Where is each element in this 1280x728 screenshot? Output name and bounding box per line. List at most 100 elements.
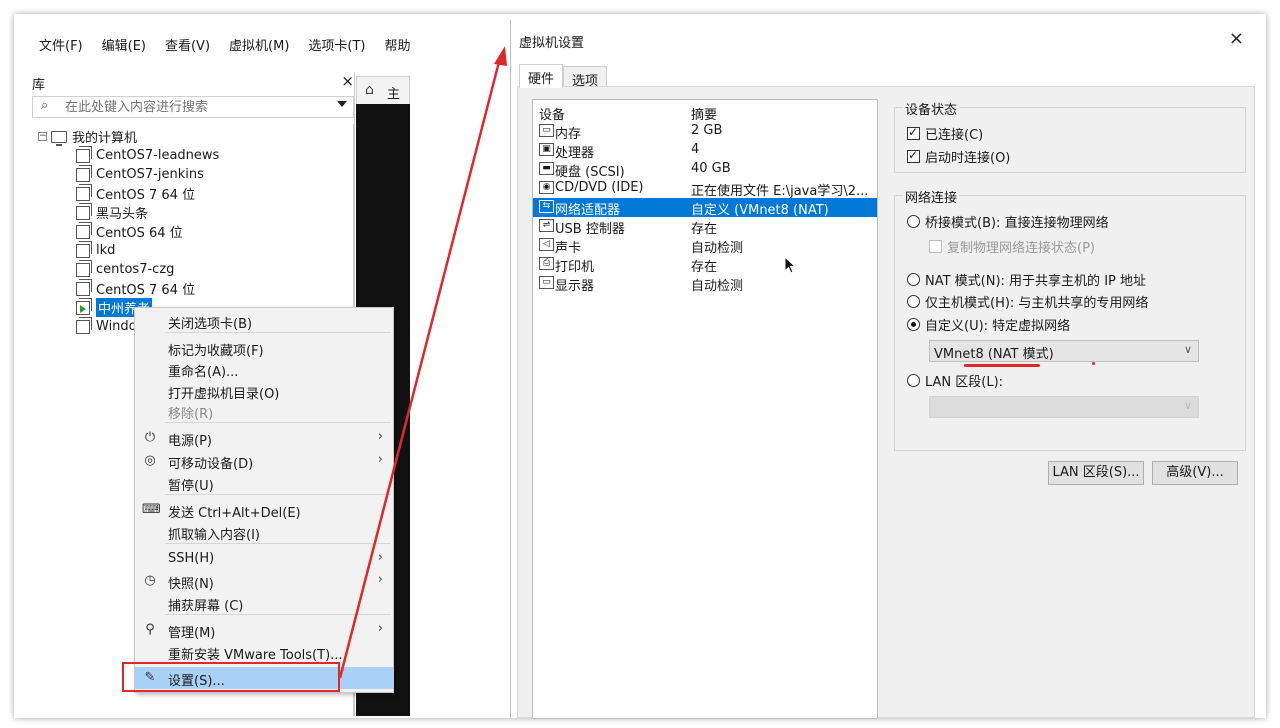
search-icon: ⌕ <box>41 98 49 113</box>
menu-help[interactable]: 帮助(H) <box>385 34 411 60</box>
chevron-right-icon: › <box>377 621 383 636</box>
dialog-close-icon[interactable]: × <box>1229 28 1244 49</box>
device-name: 处理器 <box>555 146 595 161</box>
context-menu-item[interactable]: 打开虚拟机目录(O) <box>135 380 393 402</box>
lan-segment-select[interactable]: ∨ <box>929 396 1199 418</box>
context-menu-item[interactable]: 标记为收藏项(F) <box>135 337 393 359</box>
device-name: CD/DVD (IDE) <box>555 180 644 195</box>
menu-edit[interactable]: 编辑(E) <box>102 34 146 60</box>
checkbox-checked-icon <box>907 148 920 163</box>
device-row[interactable]: ▬ 硬盘 (SCSI) 40 GB <box>533 160 877 180</box>
device-name: USB 控制器 <box>555 222 625 237</box>
tree-vm-item[interactable]: centos7-czg <box>76 259 174 279</box>
host-only-radio[interactable]: 仅主机模式(H): 与主机共享的专用网络 <box>907 292 1148 311</box>
lan-segment-label: LAN 区段(L): <box>925 375 1004 390</box>
library-search-input[interactable] <box>65 98 325 116</box>
context-menu-item[interactable]: 暂停(U) <box>135 472 393 494</box>
chevron-right-icon: › <box>377 452 383 467</box>
chevron-right-icon: › <box>377 572 383 587</box>
library-close-icon[interactable]: × <box>341 72 354 90</box>
device-column-header[interactable]: 设备 <box>539 104 565 123</box>
custom-radio[interactable]: 自定义(U): 特定虚拟网络 <box>907 315 1070 334</box>
tree-vm-item[interactable]: lkd <box>76 240 115 260</box>
monitor-icon: ▭ <box>539 276 554 289</box>
context-menu-item[interactable]: ⏻ 电源(P) › <box>135 427 393 449</box>
tree-vm-item[interactable]: CentOS 7 64 位 <box>76 183 195 203</box>
context-menu-item[interactable]: 抓取输入内容(I) <box>135 521 393 543</box>
search-dropdown-icon[interactable] <box>337 101 347 107</box>
context-menu: 关闭选项卡(B) 标记为收藏项(F) 重命名(A)... 打开虚拟机目录(O) 移除(R… <box>134 307 394 693</box>
lan-segment-radio[interactable]: LAN 区段(L): <box>907 371 1003 390</box>
device-status-title: 设备状态 <box>903 99 960 118</box>
tree-vm-label: 黑马头条 <box>96 207 149 222</box>
device-row[interactable]: ◁ 声卡 自动检测 <box>533 236 877 256</box>
tree-root-my-computer[interactable]: − 我的计算机 <box>38 127 137 146</box>
menu-view[interactable]: 查看(V) <box>165 34 210 60</box>
vm-icon <box>76 145 92 163</box>
collapse-icon[interactable]: − <box>38 132 47 141</box>
checkbox-disabled-icon <box>929 240 942 253</box>
device-row[interactable]: ▭ 内存 2 GB <box>533 122 877 142</box>
menu-file[interactable]: 文件(F) <box>39 34 83 60</box>
nat-radio[interactable]: NAT 模式(N): 用于共享主机的 IP 地址 <box>907 270 1146 289</box>
vm-icon <box>76 316 92 334</box>
summary-column-header[interactable]: 摘要 <box>691 104 717 123</box>
tree-vm-item[interactable]: CentOS7-leadnews <box>76 145 219 165</box>
connected-checkbox[interactable]: 已连接(C) <box>907 124 983 143</box>
power-icon: ⏻ <box>144 430 156 445</box>
context-menu-label: 标记为收藏项(F) <box>168 344 264 359</box>
vm-icon <box>76 221 92 239</box>
library-search[interactable]: ⌕ <box>32 96 354 118</box>
device-row[interactable]: ◉ CD/DVD (IDE) 正在使用文件 E:\java学习\2... <box>533 179 877 199</box>
library-header: 库 × <box>32 72 354 96</box>
custom-network-select[interactable]: VMnet8 (NAT 模式) ∨ <box>929 340 1199 362</box>
tab-home[interactable]: ⌂ 主 <box>356 76 410 104</box>
menu-separator <box>165 332 391 333</box>
context-menu-item[interactable]: 关闭选项卡(B) <box>135 310 393 332</box>
context-menu-item[interactable]: 重命名(A)... <box>135 358 393 380</box>
network-icon: ⇆ <box>539 200 554 213</box>
menu-separator <box>165 494 391 495</box>
tree-vm-label: CentOS7-jenkins <box>96 167 204 182</box>
tab-hardware[interactable]: 硬件 <box>519 64 564 88</box>
connect-on-power-checkbox[interactable]: 启动时连接(O) <box>907 147 1010 166</box>
context-menu-item[interactable]: ⌨ 发送 Ctrl+Alt+Del(E) <box>135 499 393 521</box>
tree-vm-item[interactable]: Windo <box>76 316 137 336</box>
context-menu-item[interactable]: 重新安装 VMware Tools(T)... <box>135 641 393 663</box>
context-menu-item[interactable]: ⚲ 管理(M) › <box>135 619 393 641</box>
dialog-title: 虚拟机设置 <box>519 36 585 51</box>
context-menu-item[interactable]: SSH(H) › <box>135 548 393 570</box>
device-row[interactable]: ▭ 显示器 自动检测 <box>533 274 877 294</box>
replicate-state-checkbox[interactable]: 复制物理网络连接状态(P) <box>929 237 1095 256</box>
menu-vm[interactable]: 虚拟机(M) <box>229 34 289 60</box>
context-menu-item[interactable]: ◎ 可移动设备(D) › <box>135 450 393 472</box>
device-row[interactable]: ⎙ 打印机 存在 <box>533 255 877 275</box>
device-row[interactable]: ▣ 处理器 4 <box>533 141 877 161</box>
annotation-red-box <box>122 662 340 692</box>
chevron-down-icon: ∨ <box>1183 399 1192 412</box>
tab-options[interactable]: 选项 <box>563 66 608 89</box>
play-icon <box>80 304 86 313</box>
speaker-icon: ◁ <box>539 238 554 251</box>
chevron-right-icon: › <box>377 429 383 444</box>
tree-vm-item[interactable]: CentOS7-jenkins <box>76 164 204 184</box>
tree-vm-item[interactable]: CentOS 7 64 位 <box>76 278 195 298</box>
device-summary: 2 GB <box>691 123 723 138</box>
context-menu-item[interactable]: ◷ 快照(N) › <box>135 570 393 592</box>
menu-tabs[interactable]: 选项卡(T) <box>308 34 365 60</box>
memory-icon: ▭ <box>539 124 554 137</box>
cd-icon: ◉ <box>539 181 554 194</box>
lan-segments-button[interactable]: LAN 区段(S)... <box>1048 461 1144 485</box>
vm-running-icon <box>76 297 92 315</box>
menubar: 文件(F) 编辑(E) 查看(V) 虚拟机(M) 选项卡(T) 帮助(H) <box>18 34 410 60</box>
device-row[interactable]: ⇆ 网络适配器 自定义 (VMnet8 (NAT) <box>533 198 877 218</box>
cpu-icon: ▣ <box>539 143 554 156</box>
bridged-radio[interactable]: 桥接模式(B): 直接连接物理网络 <box>907 212 1109 231</box>
tree-vm-item[interactable]: CentOS 64 位 <box>76 221 183 241</box>
context-menu-item[interactable]: 移除(R) <box>135 400 393 422</box>
device-row[interactable]: ⇌ USB 控制器 存在 <box>533 217 877 237</box>
tree-vm-item[interactable]: 黑马头条 <box>76 202 149 222</box>
context-menu-item[interactable]: 捕获屏幕 (C) <box>135 592 393 614</box>
advanced-button[interactable]: 高级(V)... <box>1152 461 1238 485</box>
vm-icon <box>76 259 92 277</box>
